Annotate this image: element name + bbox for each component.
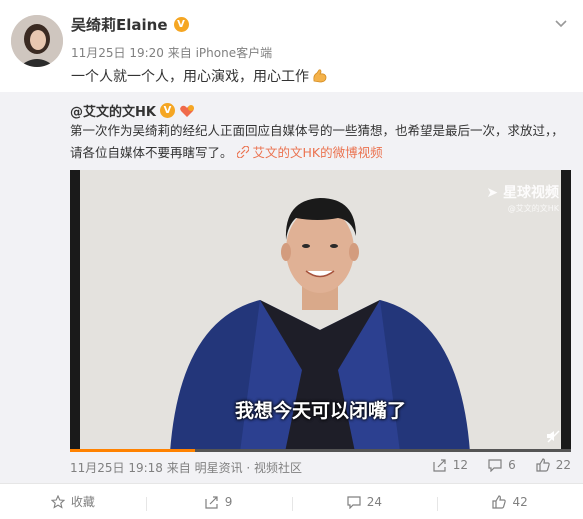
- repost-like-button[interactable]: 22: [536, 458, 571, 472]
- like-icon: [536, 458, 550, 472]
- video-link-icon: [235, 145, 250, 159]
- video-link[interactable]: 艾文的文HK的微博视频: [235, 145, 383, 160]
- post-text: 一个人就一个人，用心演戏，用心工作: [71, 69, 309, 85]
- post-source: 来自 iPhone客户端: [167, 46, 273, 60]
- username[interactable]: 吴绮莉Elaine V: [71, 14, 189, 35]
- weibo-post: 吴绮莉Elaine V 11月25日 19:20 来自 iPhone客户端 一个…: [0, 0, 583, 519]
- watermark-label: 星球视频: [503, 185, 559, 201]
- forward-button[interactable]: 9: [145, 494, 292, 511]
- post-timestamp[interactable]: 11月25日 19:20: [71, 46, 164, 60]
- comment-button[interactable]: 24: [291, 494, 438, 511]
- repost-actions: 12 6 22: [433, 458, 571, 472]
- username-text[interactable]: 吴绮莉Elaine: [71, 14, 168, 35]
- video-progress-fill: [70, 449, 196, 452]
- fan-badge-icon: [180, 104, 194, 117]
- video-progress-bar[interactable]: [70, 449, 571, 452]
- mute-icon[interactable]: [545, 428, 561, 444]
- repost-text: 第一次作为吴绮莉的经纪人正面回应自媒体号的一些猜想，也希望是最后一次，求放过，，…: [70, 120, 570, 164]
- watermark-sub: @艾文的文HK: [507, 204, 559, 213]
- repost-forward-count: 12: [452, 458, 469, 472]
- comment-count: 24: [366, 494, 383, 509]
- post-content: 一个人就一个人，用心演戏，用心工作: [71, 66, 329, 86]
- video-link-label[interactable]: 艾文的文HK的微博视频: [252, 145, 382, 160]
- post-meta: 11月25日 19:20 来自 iPhone客户端: [71, 44, 272, 61]
- avatar[interactable]: [11, 15, 63, 67]
- repost-username[interactable]: @艾文的文HK V: [70, 101, 195, 120]
- repost-comment-button[interactable]: 6: [488, 458, 516, 472]
- chevron-down-icon[interactable]: [553, 15, 569, 31]
- repost-like-count: 22: [555, 458, 571, 472]
- watermark-logo-icon: ➤: [486, 185, 499, 201]
- like-count: 42: [512, 494, 528, 509]
- repost-meta: 11月25日 19:18 来自 明星资讯 · 视频社区: [70, 459, 302, 476]
- verified-badge-icon: V: [159, 103, 175, 118]
- like-button[interactable]: 42: [437, 494, 583, 511]
- muscle-emoji-icon: [313, 69, 327, 83]
- repost-source: 来自 明星资讯 · 视频社区: [166, 461, 303, 475]
- comment-icon: [347, 495, 361, 509]
- repost-forward-button[interactable]: 12: [433, 458, 468, 472]
- repost-username-text[interactable]: @艾文的文HK: [70, 101, 156, 120]
- forward-icon: [205, 495, 218, 509]
- favorite-label: 收藏: [70, 495, 95, 509]
- star-icon: [50, 494, 65, 509]
- repost-comment-count: 6: [508, 458, 516, 472]
- comment-icon: [488, 459, 502, 472]
- like-icon: [492, 494, 507, 509]
- video-subtitle: 我想今天可以闭嘴了: [234, 400, 406, 422]
- favorite-button[interactable]: 收藏: [0, 493, 146, 510]
- forward-count: 9: [224, 494, 233, 509]
- video-player[interactable]: ➤ 星球视频 @艾文的文HK 我想今天可以闭嘴了: [70, 170, 571, 452]
- repost-timestamp[interactable]: 11月25日 19:18: [70, 461, 163, 475]
- post-footer: 收藏 9 24 42: [0, 483, 583, 519]
- verified-badge-icon: V: [173, 17, 189, 32]
- video-watermark: ➤ 星球视频 @艾文的文HK: [486, 182, 559, 214]
- forward-icon: [433, 459, 446, 472]
